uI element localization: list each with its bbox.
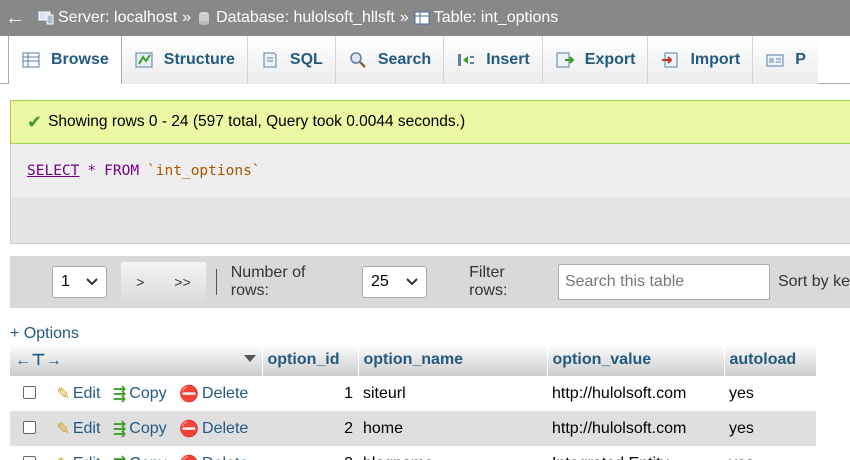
delete-button[interactable]: ⛔Delete [179, 454, 248, 460]
delete-button[interactable]: ⛔Delete [179, 384, 248, 404]
tab-sql[interactable]: SQL [247, 36, 336, 84]
insert-icon: ⇶ [112, 420, 127, 438]
column-header-option-name[interactable]: option_name [358, 344, 548, 376]
sql-table-name: `int_options` [147, 163, 261, 179]
breadcrumb-server[interactable]: Server: localhost [38, 9, 177, 27]
tab-privileges[interactable]: P [753, 36, 818, 84]
breadcrumb-separator: » [182, 9, 192, 26]
sql-icon [263, 52, 277, 68]
sql-query-box: SELECT * FROM `int_options` [10, 144, 850, 198]
pencil-icon: ✎ [56, 454, 69, 460]
checkmark-icon: ✔ [27, 111, 43, 132]
sql-keyword-select[interactable]: SELECT [27, 163, 79, 179]
success-message-text: Showing rows 0 - 24 (597 total, Query to… [48, 113, 466, 130]
row-actions: ✎Edit ⇶Copy ⛔Delete [10, 446, 262, 460]
column-header-autoload[interactable]: autoload [724, 344, 817, 376]
row-actions: ✎Edit ⇶Copy ⛔Delete [10, 376, 262, 411]
copy-button[interactable]: ⇶Copy [113, 419, 167, 439]
privileges-icon [766, 54, 784, 67]
cell-autoload: yes [724, 376, 816, 411]
table-row: ✎Edit ⇶Copy ⛔Delete 3 blogname Integrate… [10, 446, 816, 460]
table-icon [414, 11, 430, 25]
sort-label: Sort by ke [777, 273, 850, 290]
row-actions: ✎Edit ⇶Copy ⛔Delete [10, 411, 262, 446]
rows-label: Number of rows: [230, 264, 306, 299]
success-message: ✔ Showing rows 0 - 24 (597 total, Query … [10, 100, 850, 144]
cell-option-value: http://hulolsoft.com [547, 411, 724, 446]
cell-option-name: home [358, 411, 547, 446]
tab-insert[interactable]: Insert [444, 36, 543, 84]
results-table: ←⊤→ option_id option_name option_value a… [10, 344, 817, 460]
column-header-option-value[interactable]: option_value [547, 344, 725, 376]
table-header-row: ←⊤→ option_id option_name option_value a… [10, 344, 817, 376]
edit-button[interactable]: ✎Edit [56, 384, 100, 404]
pencil-icon: ✎ [56, 420, 70, 438]
sql-options-bar [10, 198, 850, 244]
sql-star: * [87, 163, 97, 179]
filter-label: Filter rows: [469, 264, 508, 299]
column-arrows-icon[interactable]: ←⊤→ [15, 352, 62, 369]
tab-structure[interactable]: Structure [121, 36, 248, 84]
cell-option-value: http://hulolsoft.com [547, 376, 724, 411]
insert-icon [458, 54, 475, 66]
breadcrumb: Server: localhost » Database: hulolsoft_… [38, 9, 558, 27]
cell-option-value: Integrated Entity [547, 446, 724, 460]
export-icon [556, 52, 575, 68]
chevron-down-icon [86, 278, 99, 286]
search-icon [350, 52, 366, 68]
copy-button[interactable]: ⇶Copy [113, 384, 167, 404]
delete-icon: ⛔ [179, 420, 200, 438]
options-link[interactable]: + Options [10, 325, 79, 343]
tab-export[interactable]: Export [542, 36, 649, 84]
import-icon [662, 52, 678, 68]
structure-icon [135, 52, 153, 68]
database-icon [199, 12, 210, 25]
rows-select[interactable]: 25 [362, 266, 428, 298]
last-page-button[interactable]: >> [174, 274, 190, 290]
cell-option-name: blogname [358, 446, 547, 460]
nav-divider [215, 269, 217, 295]
breadcrumb-bar: ← Server: localhost » Database: hulolsof… [0, 0, 850, 36]
edit-button[interactable]: ✎Edit [56, 419, 100, 439]
cell-option-name: siteurl [358, 376, 547, 411]
cell-option-id: 3 [262, 446, 358, 460]
collapse-arrow-icon[interactable]: ← [0, 0, 30, 36]
edit-button[interactable]: ✎Edit [56, 454, 100, 460]
tab-search[interactable]: Search [335, 36, 445, 84]
page-select[interactable]: 1 [52, 266, 108, 298]
cell-autoload: yes [724, 446, 816, 460]
breadcrumb-table[interactable]: Table: int_options [414, 9, 558, 27]
row-checkbox[interactable] [23, 420, 36, 434]
delete-button[interactable]: ⛔Delete [179, 419, 248, 439]
page-nav-buttons: > >> [121, 262, 206, 302]
copy-button[interactable]: ⇶Copy [113, 454, 167, 460]
row-checkbox[interactable] [23, 385, 36, 399]
delete-icon: ⛔ [179, 385, 200, 403]
tab-bar: Browse Structure SQL Search Insert Expor… [0, 36, 850, 84]
row-checkbox[interactable] [23, 455, 36, 460]
insert-icon: ⇶ [113, 454, 126, 460]
browse-icon [22, 52, 40, 68]
actions-header: ←⊤→ [10, 344, 263, 376]
tab-browse[interactable]: Browse [8, 36, 122, 84]
breadcrumb-database[interactable]: Database: hulolsoft_hllsft [196, 9, 395, 27]
tab-import[interactable]: Import [648, 36, 754, 84]
filter-input[interactable] [557, 264, 770, 300]
navigation-bar: 1 > >> Number of rows: 25 Filter rows: S… [10, 256, 850, 308]
breadcrumb-separator: » [399, 9, 409, 26]
table-row: ✎ Edit ⇶ Copy ⛔ Delete 2 home http://hulols… [10, 411, 816, 446]
delete-icon: ⛔ [179, 454, 199, 460]
cell-autoload: yes [724, 411, 816, 446]
chevron-down-icon [406, 278, 418, 286]
cell-option-id: 1 [262, 376, 358, 411]
table-row: ✎ Edit ⇶ Copy ⛔ Delete 1 siteurl http://hul… [10, 376, 816, 411]
next-page-button[interactable]: > [136, 274, 144, 290]
column-header-option-id[interactable]: option_id [262, 344, 359, 376]
pencil-icon: ✎ [56, 385, 70, 403]
server-icon [38, 11, 54, 25]
sql-keyword-from: FROM [104, 163, 140, 179]
cell-option-id: 2 [262, 411, 358, 446]
sort-dropdown-icon[interactable] [243, 354, 257, 364]
insert-icon: ⇶ [112, 385, 127, 403]
